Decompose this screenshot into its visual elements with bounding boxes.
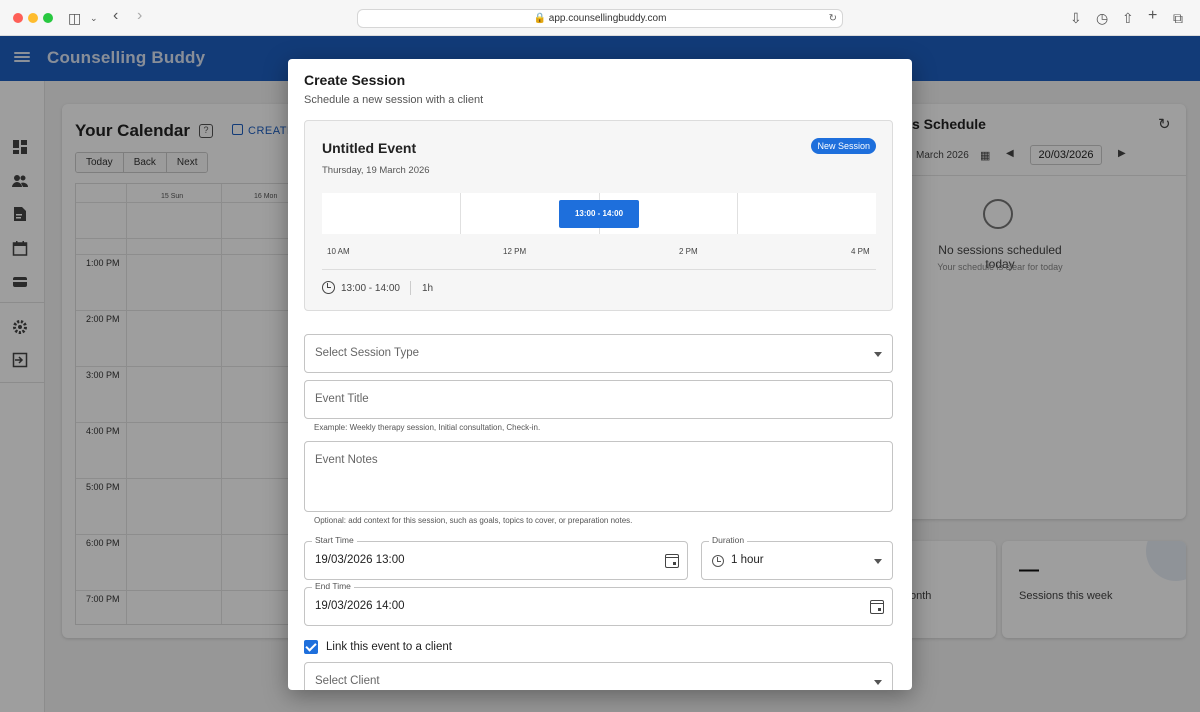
share-icon[interactable]: ⇧ <box>1122 10 1134 26</box>
calendar-icon[interactable] <box>665 554 679 568</box>
minimize-window-button[interactable] <box>28 13 38 23</box>
session-type-select[interactable]: Select Session Type <box>304 334 893 373</box>
dropdown-arrow-icon <box>874 559 882 564</box>
preview-divider <box>322 269 876 270</box>
new-tab-icon[interactable]: + <box>1148 8 1157 24</box>
preview-date: Thursday, 19 March 2026 <box>322 165 430 176</box>
reload-icon[interactable]: ↻ <box>829 10 837 27</box>
history-icon[interactable]: ◷ <box>1096 10 1108 26</box>
event-notes-placeholder: Event Notes <box>315 454 378 466</box>
timeline-divider <box>460 193 461 234</box>
preview-timeline: 13:00 - 14:00 <box>322 193 876 234</box>
preview-separator <box>410 281 411 295</box>
create-session-dialog: Create Session Schedule a new session wi… <box>288 59 912 690</box>
close-window-button[interactable] <box>13 13 23 23</box>
timeline-session-block[interactable]: 13:00 - 14:00 <box>559 200 639 228</box>
event-title-input[interactable]: Event Title <box>304 380 893 419</box>
event-notes-helper: Optional: add context for this session, … <box>314 516 633 525</box>
event-preview: Untitled Event Thursday, 19 March 2026 N… <box>304 120 893 311</box>
chevron-down-icon[interactable]: ⌄ <box>90 10 98 26</box>
end-time-value: 19/03/2026 14:00 <box>315 600 405 612</box>
link-client-checkbox[interactable] <box>304 640 318 654</box>
clock-icon <box>322 281 335 294</box>
preview-time-range: 13:00 - 14:00 <box>341 283 400 294</box>
preview-event-title: Untitled Event <box>322 140 417 156</box>
url-text: app.counsellingbuddy.com <box>548 13 667 24</box>
new-session-badge: New Session <box>811 138 876 154</box>
duration-value: 1 hour <box>731 554 764 566</box>
timeline-tick-label: 2 PM <box>679 247 698 256</box>
end-time-input[interactable]: End Time 19/03/2026 14:00 <box>304 581 893 626</box>
start-time-label: Start Time <box>312 535 357 545</box>
duration-label: Duration <box>709 535 748 545</box>
browser-chrome: ◫ ⌄ ‹ › 🔒 app.counsellingbuddy.com ↻ ⇩ ◷… <box>0 0 1200 36</box>
event-title-helper: Example: Weekly therapy session, Initial… <box>314 423 541 432</box>
timeline-tick-label: 4 PM <box>851 247 870 256</box>
client-placeholder: Select Client <box>315 675 380 687</box>
dropdown-arrow-icon <box>874 680 882 685</box>
timeline-divider <box>737 193 738 234</box>
client-select[interactable]: Select Client <box>304 662 893 690</box>
zoom-window-button[interactable] <box>43 13 53 23</box>
back-icon[interactable]: ‹ <box>113 8 118 24</box>
preview-duration: 1h <box>422 283 434 294</box>
calendar-icon[interactable] <box>870 600 884 614</box>
event-title-placeholder: Event Title <box>315 393 369 405</box>
session-type-placeholder: Select Session Type <box>315 347 419 359</box>
clock-icon <box>712 555 724 567</box>
tab-overview-icon[interactable]: ⧉ <box>1173 10 1183 26</box>
address-bar[interactable]: 🔒 app.counsellingbuddy.com ↻ <box>357 9 843 28</box>
dialog-subtitle: Schedule a new session with a client <box>304 94 484 106</box>
sidebar-toggle-icon[interactable]: ◫ <box>68 10 81 26</box>
start-time-value: 19/03/2026 13:00 <box>315 554 405 566</box>
download-icon[interactable]: ⇩ <box>1070 10 1082 26</box>
start-time-input[interactable]: Start Time 19/03/2026 13:00 <box>304 535 688 580</box>
end-time-label: End Time <box>312 581 354 591</box>
timeline-tick-label: 10 AM <box>327 247 350 256</box>
timeline-tick-label: 12 PM <box>503 247 527 256</box>
dropdown-arrow-icon <box>874 352 882 357</box>
dialog-title: Create Session <box>304 72 406 88</box>
event-notes-textarea[interactable]: Event Notes <box>304 441 893 512</box>
forward-icon[interactable]: › <box>137 8 142 24</box>
lock-icon: 🔒 <box>533 13 546 24</box>
link-client-label[interactable]: Link this event to a client <box>326 641 452 653</box>
duration-select[interactable]: Duration 1 hour <box>701 535 893 580</box>
